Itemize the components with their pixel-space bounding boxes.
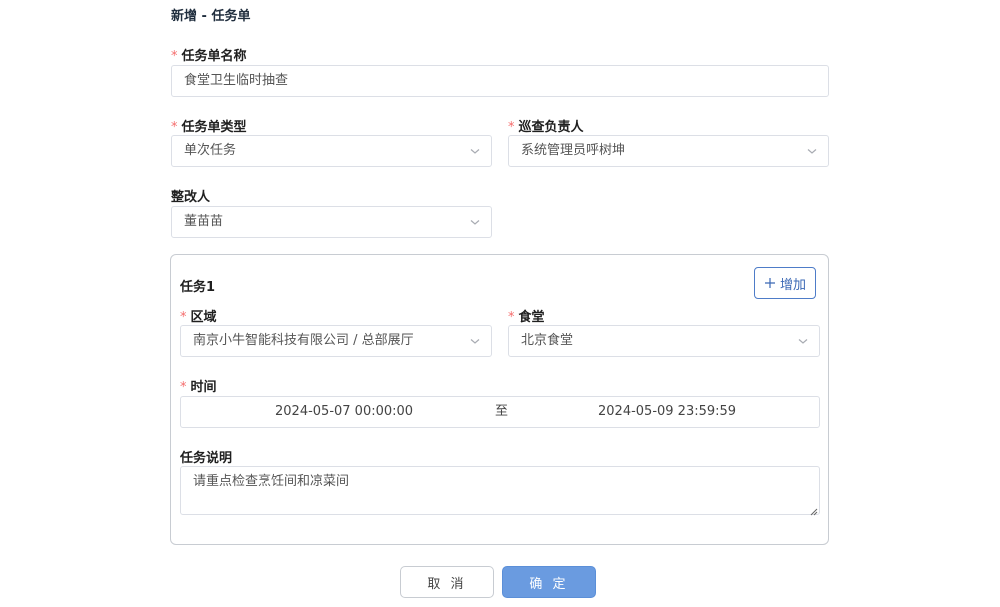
time-label: * 时间 [180, 376, 217, 395]
resize-grip-icon[interactable] [809, 504, 818, 516]
description-label: 任务说明 [180, 451, 233, 466]
start-time-input[interactable]: 2024-05-07 00:00:00 [275, 397, 413, 427]
area-value: 南京小牛智能科技有限公司 / 总部展厅 [193, 333, 414, 348]
chevron-down-icon [797, 326, 809, 356]
inspector-label: * 巡查负责人 [508, 116, 584, 135]
chevron-down-icon [806, 136, 818, 166]
chevron-down-icon [469, 207, 481, 237]
required-mark: * [171, 49, 178, 64]
time-label-text: 时间 [190, 380, 217, 395]
end-time-input[interactable]: 2024-05-09 23:59:59 [598, 397, 736, 427]
confirm-button[interactable]: 确 定 [502, 566, 596, 598]
description-value: 请重点检查烹饪间和凉菜间 [193, 474, 350, 489]
time-range-picker[interactable]: 2024-05-07 00:00:00 至 2024-05-09 23:59:5… [180, 396, 820, 428]
plus-icon [764, 277, 776, 289]
canteen-value: 北京食堂 [521, 333, 574, 348]
range-separator: 至 [495, 404, 509, 419]
area-label: * 区域 [180, 306, 217, 325]
add-task-label: 增加 [779, 277, 806, 293]
required-mark: * [508, 310, 515, 325]
task-name-value: 食堂卫生临时抽查 [184, 73, 289, 88]
inspector-value: 系统管理员呼树坤 [521, 143, 626, 158]
required-mark: * [508, 120, 515, 135]
required-mark: * [180, 380, 187, 395]
task-type-value: 单次任务 [184, 143, 237, 158]
task-name-input[interactable]: 食堂卫生临时抽查 [171, 65, 829, 97]
type-label: * 任务单类型 [171, 116, 247, 135]
cancel-button[interactable]: 取 消 [400, 566, 494, 598]
inspector-select[interactable]: 系统管理员呼树坤 [508, 135, 829, 167]
add-task-button[interactable]: 增加 [754, 267, 816, 299]
rectifier-select[interactable]: 董苗苗 [171, 206, 492, 238]
canteen-label-text: 食堂 [518, 310, 545, 325]
area-select[interactable]: 南京小牛智能科技有限公司 / 总部展厅 [180, 325, 492, 357]
type-label-text: 任务单类型 [181, 120, 247, 135]
rectifier-value: 董苗苗 [184, 214, 224, 229]
required-mark: * [171, 120, 178, 135]
task-title: 任务1 [180, 280, 216, 295]
description-textarea[interactable]: 请重点检查烹饪间和凉菜间 [180, 466, 820, 516]
inspector-label-text: 巡查负责人 [518, 120, 584, 135]
canteen-select[interactable]: 北京食堂 [508, 325, 820, 357]
name-label-text: 任务单名称 [181, 49, 247, 64]
canteen-label: * 食堂 [508, 306, 545, 325]
rectifier-label: 整改人 [171, 190, 211, 205]
task-type-select[interactable]: 单次任务 [171, 135, 492, 167]
name-label: * 任务单名称 [171, 45, 247, 64]
required-mark: * [180, 310, 187, 325]
area-label-text: 区域 [190, 310, 217, 325]
page-title: 新增 - 任务单 [171, 9, 251, 24]
chevron-down-icon [469, 326, 481, 356]
chevron-down-icon [469, 136, 481, 166]
